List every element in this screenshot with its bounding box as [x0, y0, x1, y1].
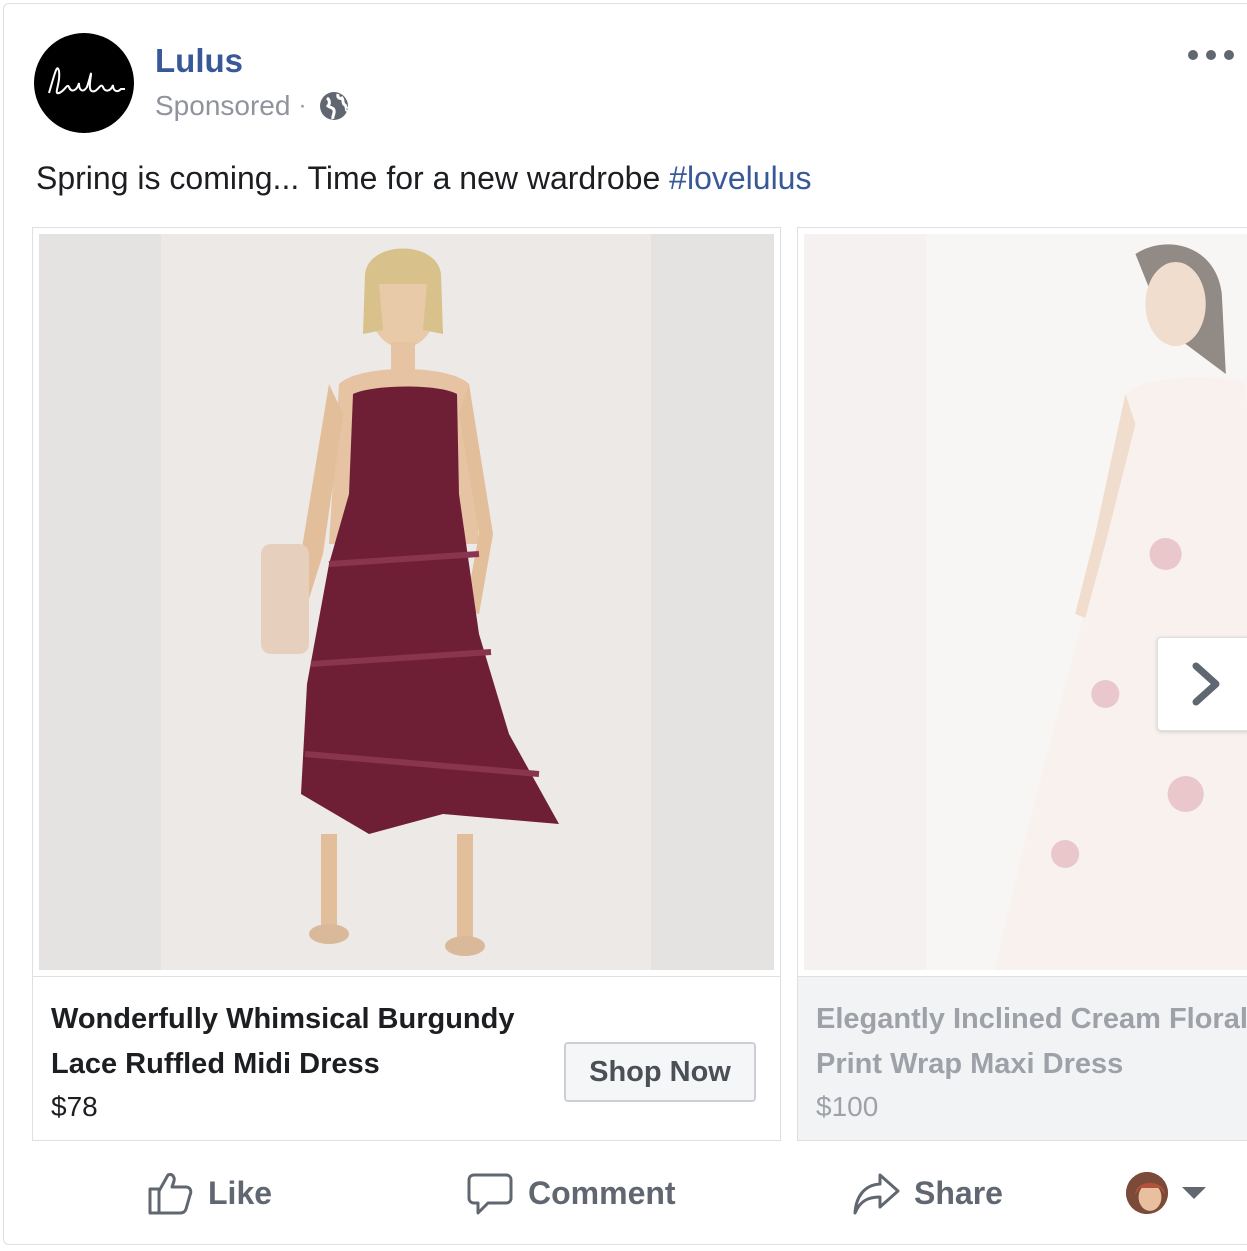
share-label: Share	[914, 1174, 1003, 1211]
more-icon-dot	[1206, 50, 1216, 60]
post-message: Spring is coming... Time for a new wardr…	[36, 160, 811, 197]
product-title-line: Wonderfully Whimsical Burgundy	[51, 1003, 515, 1035]
page-name[interactable]: Lulus	[155, 42, 243, 80]
post-text: Spring is coming... Time for a new wardr…	[36, 160, 670, 196]
meta-separator: ·	[298, 92, 307, 119]
carousel-card[interactable]: Wonderfully Whimsical Burgundy Lace Ruff…	[32, 227, 781, 1141]
next-arrow-icon	[1192, 662, 1220, 706]
product-title-line: Print Wrap Maxi Dress	[816, 1048, 1124, 1080]
product-title[interactable]: Wonderfully Whimsical Burgundy Lace Ruff…	[51, 997, 551, 1087]
page-avatar[interactable]	[34, 33, 134, 133]
shop-now-button[interactable]: Shop Now	[564, 1042, 756, 1102]
lulus-logo	[48, 67, 125, 95]
more-icon-dot	[1224, 50, 1234, 60]
post-meta: Sponsored ·	[155, 90, 350, 122]
product-price: $78	[51, 1091, 98, 1122]
hashtag-link[interactable]: #lovelulus	[669, 160, 811, 196]
product-title-line: Elegantly Inclined Cream Floral	[816, 1003, 1247, 1035]
like-label: Like	[208, 1174, 273, 1211]
like-button[interactable]: Like	[146, 1168, 272, 1218]
post-as-selector[interactable]	[1126, 1168, 1206, 1218]
more-icon-dot	[1188, 50, 1198, 60]
product-image[interactable]	[804, 234, 1247, 970]
sponsored-label[interactable]: Sponsored	[155, 90, 290, 122]
caret-down-icon	[1182, 1187, 1206, 1199]
comment-button[interactable]: Comment	[466, 1168, 676, 1218]
product-title[interactable]: Elegantly Inclined Cream Floral Print Wr…	[816, 997, 1247, 1087]
comment-icon	[467, 1173, 513, 1215]
product-info[interactable]: Wonderfully Whimsical Burgundy Lace Ruff…	[33, 976, 780, 1140]
product-title-line: Lace Ruffled Midi Dress	[51, 1048, 380, 1080]
share-icon	[853, 1173, 900, 1215]
product-price: $100	[816, 1091, 879, 1122]
share-button[interactable]: Share	[852, 1168, 1003, 1218]
product-info[interactable]: Elegantly Inclined Cream Floral Print Wr…	[798, 976, 1247, 1140]
more-options-button[interactable]	[1188, 40, 1234, 70]
like-icon	[148, 1173, 193, 1215]
post-actions: Like Comment Share	[0, 1148, 1247, 1238]
product-image[interactable]	[39, 234, 774, 970]
comment-label: Comment	[528, 1174, 676, 1211]
carousel-next-button[interactable]	[1157, 637, 1247, 731]
globe-icon	[320, 92, 349, 120]
user-avatar	[1126, 1172, 1168, 1214]
